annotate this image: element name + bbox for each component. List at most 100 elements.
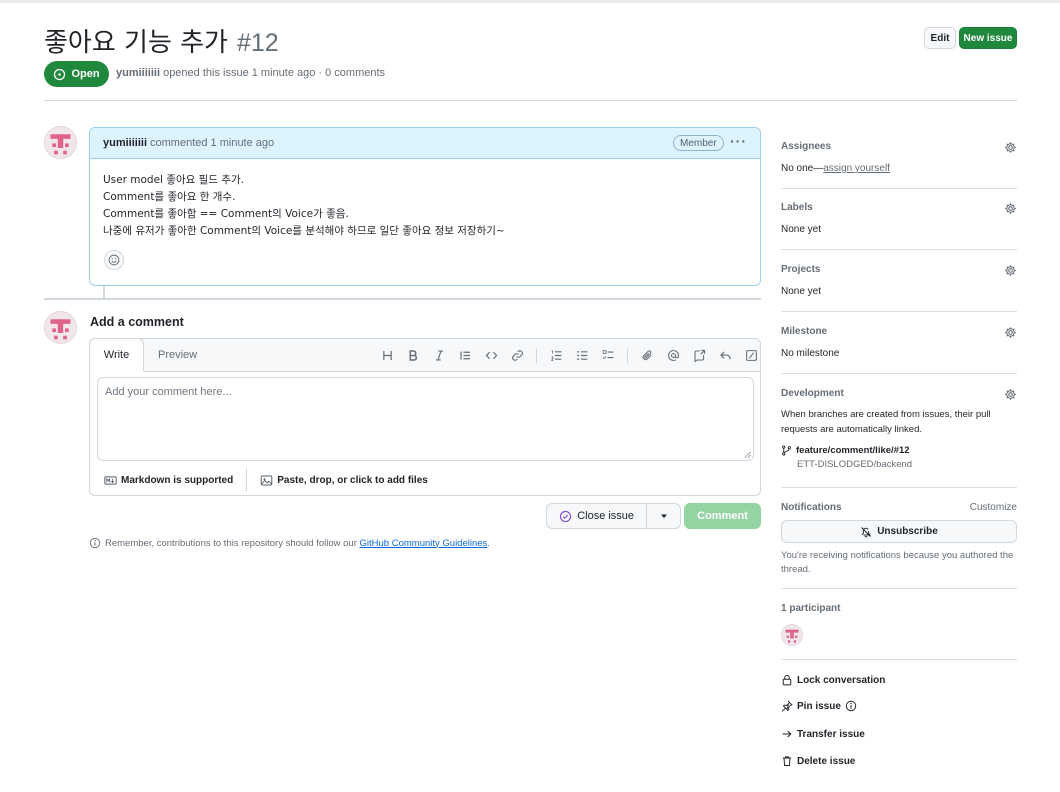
image-icon <box>260 475 273 485</box>
editor-tabs: Write Preview <box>89 338 760 372</box>
ordered-list-icon[interactable] <box>543 347 569 364</box>
issue-closed-icon <box>560 510 572 522</box>
sidebar-development: Development When branches are created fr… <box>781 388 1017 470</box>
sidebar-divider <box>781 588 1017 589</box>
assignees-none: No one— <box>781 163 824 174</box>
tab-preview[interactable]: Preview <box>158 349 197 361</box>
comment-header: yumiiiiiii commented 1 minute ago Member… <box>90 128 760 159</box>
comment-editor: Write Preview Add your comment here... M… <box>89 338 761 496</box>
bell-slash-icon <box>861 526 872 537</box>
gear-icon[interactable] <box>1004 264 1017 277</box>
comment-line: 나중에 유저가 좋아한 Comment의 Voice를 분석해야 하므로 일단 … <box>103 225 505 237</box>
development-heading: Development <box>781 388 844 399</box>
comment-author[interactable]: yumiiiiiii <box>103 137 147 149</box>
guidelines-text: Remember, contributions to this reposito… <box>105 537 360 549</box>
gear-icon[interactable] <box>1004 202 1017 215</box>
attach-icon[interactable] <box>634 347 660 364</box>
timeline-divider <box>44 298 761 300</box>
comment-placeholder: Add your comment here... <box>105 386 232 398</box>
gear-icon[interactable] <box>1004 141 1017 154</box>
edit-button[interactable]: Edit <box>924 27 956 49</box>
git-branch-icon <box>782 445 791 456</box>
close-issue-button[interactable]: Close issue <box>547 504 648 528</box>
identicon-icon <box>782 625 802 645</box>
info-icon <box>89 537 101 549</box>
slash-commands-icon[interactable] <box>738 347 764 364</box>
close-issue-label: Close issue <box>577 510 635 522</box>
trash-icon <box>782 756 792 766</box>
sidebar-projects: Projects None yet <box>781 264 1017 297</box>
toolbar-divider <box>627 348 628 363</box>
toolbar-divider <box>536 348 537 363</box>
reply-icon[interactable] <box>712 347 738 364</box>
transfer-issue-button[interactable]: Transfer issue <box>781 728 865 740</box>
participant-avatar[interactable] <box>781 624 803 646</box>
community-guidelines-link[interactable]: GitHub Community Guidelines <box>360 538 488 549</box>
issue-meta: yumiiiiiii opened this issue 1 minute ag… <box>116 67 385 79</box>
code-icon[interactable] <box>478 347 504 364</box>
sidebar-milestone: Milestone No milestone <box>781 326 1017 359</box>
issue-meta-text: opened this issue 1 minute ago · 0 comme… <box>160 67 386 79</box>
sidebar-divider <box>781 311 1017 312</box>
markdown-icon <box>104 475 117 485</box>
delete-issue-button[interactable]: Delete issue <box>781 755 855 767</box>
assign-yourself-link[interactable]: assign yourself <box>823 163 890 174</box>
transfer-issue-label: Transfer issue <box>797 728 865 740</box>
issue-number: #12 <box>236 29 279 57</box>
resize-grip-icon[interactable] <box>744 451 751 458</box>
tab-write[interactable]: Write <box>89 338 144 372</box>
heading-icon[interactable] <box>374 347 400 364</box>
avatar[interactable] <box>44 311 77 344</box>
italic-icon[interactable] <box>426 347 452 364</box>
cross-reference-icon[interactable] <box>686 347 712 364</box>
bold-icon[interactable] <box>400 347 426 364</box>
quote-icon[interactable] <box>452 347 478 364</box>
branch-name: feature/comment/like/#12 <box>796 445 910 456</box>
milestone-heading: Milestone <box>781 326 828 337</box>
task-list-icon[interactable] <box>595 347 621 364</box>
issue-comment: yumiiiiiii commented 1 minute ago Member… <box>89 127 761 286</box>
sidebar-divider <box>781 188 1017 189</box>
development-description: When branches are created from issues, t… <box>781 409 991 435</box>
comment-time[interactable]: commented 1 minute ago <box>150 137 274 149</box>
issue-author-link[interactable]: yumiiiiiii <box>116 67 160 79</box>
mention-icon[interactable] <box>660 347 686 364</box>
gear-icon[interactable] <box>1004 388 1017 401</box>
unordered-list-icon[interactable] <box>569 347 595 364</box>
smiley-icon <box>108 254 120 266</box>
participants-heading: 1 participant <box>781 603 841 614</box>
close-issue-split-button: Close issue <box>546 503 681 529</box>
comment-options-icon[interactable]: ··· <box>730 133 747 149</box>
projects-value: None yet <box>781 286 822 297</box>
add-comment-title: Add a comment <box>90 315 184 329</box>
add-reaction-button[interactable] <box>104 250 124 270</box>
caret-down-icon <box>660 514 667 518</box>
customize-link[interactable]: Customize <box>970 502 1017 513</box>
issue-state-badge: Open <box>44 61 109 87</box>
lock-conversation-button[interactable]: Lock conversation <box>781 674 885 686</box>
avatar[interactable] <box>44 126 77 159</box>
pin-issue-button[interactable]: Pin issue <box>781 700 857 712</box>
contribution-note: Remember, contributions to this reposito… <box>89 537 490 549</box>
lock-icon <box>782 675 792 686</box>
comment-body: User model 좋아요 필드 추가. Comment를 좋아요 한 개수.… <box>90 159 760 240</box>
projects-heading: Projects <box>781 264 821 275</box>
issue-title-row: 좋아요 기능 추가 #12 <box>44 22 279 59</box>
attach-files-button[interactable]: Paste, drop, or click to add files <box>277 475 428 486</box>
unsubscribe-button[interactable]: Unsubscribe <box>781 520 1017 543</box>
new-issue-button[interactable]: New issue <box>959 27 1017 49</box>
comment-textarea[interactable]: Add your comment here... <box>97 377 754 461</box>
comment-button[interactable]: Comment <box>684 503 761 529</box>
markdown-supported-link[interactable]: Markdown is supported <box>121 475 233 486</box>
timeline-line <box>103 286 105 298</box>
comment-line: Comment를 좋아함 == Comment의 Voice가 좋음. <box>103 208 349 220</box>
arrow-right-icon <box>782 730 792 738</box>
sidebar-divider <box>781 373 1017 374</box>
sidebar-participants: 1 participant <box>781 603 1017 614</box>
info-icon[interactable] <box>845 700 857 712</box>
linked-branch[interactable]: feature/comment/like/#12 <box>781 445 1017 456</box>
link-icon[interactable] <box>504 347 530 364</box>
close-options-button[interactable] <box>647 504 680 528</box>
gear-icon[interactable] <box>1004 326 1017 339</box>
markdown-toolbar <box>374 347 764 364</box>
